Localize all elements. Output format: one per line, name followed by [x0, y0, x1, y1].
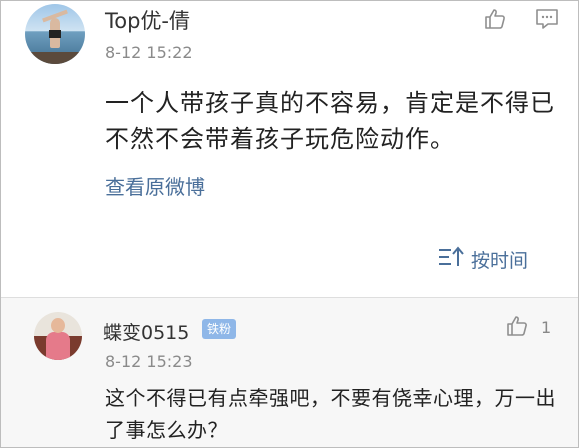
username[interactable]: Top优-倩 [105, 5, 190, 35]
thumbs-up-icon[interactable] [483, 7, 507, 31]
thumbs-up-icon[interactable] [505, 314, 529, 338]
comment-text: 一个人带孩子真的不容易，肯定是不得已不然不会带着孩子玩危险动作。 [105, 89, 555, 153]
comment-icon[interactable] [535, 8, 559, 30]
sort-icon [437, 245, 465, 273]
username[interactable]: 蝶变0515 [103, 318, 189, 345]
view-original-link[interactable]: 查看原微博 [105, 171, 205, 200]
sort-by-time-button[interactable]: 按时间 [437, 245, 529, 273]
timestamp: 8-12 15:23 [105, 352, 193, 371]
fan-badge: 铁粉 [202, 319, 237, 339]
comment-text: 这个不得已有点牵强吧，不要有侥幸心理，万一出了事怎么办？ [105, 386, 556, 442]
like-count: 1 [541, 318, 552, 337]
comment-item: 蝶变0515 铁粉 8-12 15:23 1 这个不得已有点牵强吧，不要有侥幸心… [1, 298, 578, 447]
comment-thread: Top优-倩 8-12 15:22 一个人带孩子真的不容易，肯定是不得已不然不会… [0, 0, 579, 448]
sort-label: 按时间 [471, 249, 529, 272]
timestamp: 8-12 15:22 [105, 43, 193, 62]
avatar[interactable] [25, 4, 85, 64]
avatar[interactable] [34, 312, 82, 360]
comment-item: Top优-倩 8-12 15:22 一个人带孩子真的不容易，肯定是不得已不然不会… [1, 1, 578, 297]
